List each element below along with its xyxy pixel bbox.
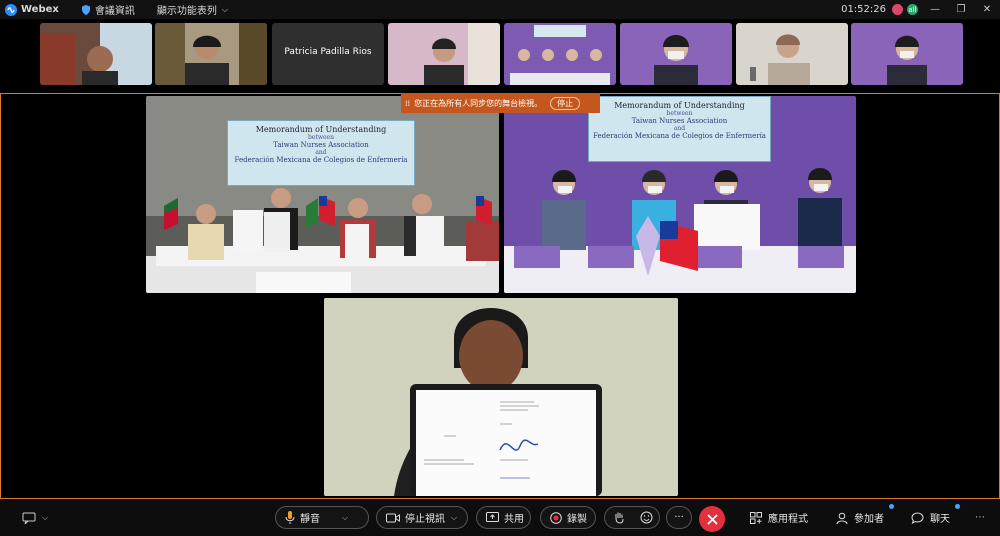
participants-button[interactable]: 參加者 <box>836 506 884 529</box>
drag-handle-icon[interactable]: ⁞⁞ <box>405 99 410 108</box>
meeting-timer: 01:52:26 <box>841 4 886 15</box>
video-camera-icon <box>386 513 400 522</box>
restore-icon[interactable]: ❐ <box>948 4 974 15</box>
chevron-down-icon: ⌵ <box>221 4 228 14</box>
sync-notice-text: 您正在為所有人同步您的舞台檢視。 <box>414 98 543 108</box>
user-avatar[interactable]: all <box>907 4 918 15</box>
share-label: 共用 <box>504 514 524 525</box>
meeting-controls-bar: ⌵ 靜音 ⌵ 停止視訊 ⌵ 共用 錄製 ··· 應用程式 參加者 聊天 ⋯ <box>0 499 1000 536</box>
banner-and: and <box>315 149 327 156</box>
participant-thumbnail[interactable] <box>388 23 500 85</box>
chevron-down-icon: ⌵ <box>42 512 49 522</box>
stop-sync-button[interactable]: 停止 <box>550 96 581 110</box>
captions-icon <box>22 512 36 524</box>
chat-bubble-icon <box>911 511 924 524</box>
meeting-info-button[interactable]: 會議資訊 <box>81 2 135 17</box>
show-menu-label: 顯示功能表列 <box>156 6 217 17</box>
reactions-group <box>604 506 660 529</box>
chevron-down-icon: ⌵ <box>451 512 458 522</box>
participant-name: Patricia Padilla Rios <box>284 47 372 57</box>
more-options-label: ··· <box>674 512 684 523</box>
shield-icon <box>81 4 90 15</box>
microphone-icon <box>285 511 295 524</box>
participant-thumbnail[interactable] <box>851 23 963 85</box>
webex-logo: Webex <box>5 3 59 16</box>
banner-org2: Federación Mexicana de Colegios de Enfer… <box>234 156 408 164</box>
apps-grid-icon <box>750 511 762 524</box>
apps-label: 應用程式 <box>768 514 808 525</box>
recording-indicator-icon[interactable] <box>892 4 903 15</box>
banner-title: Memorandum of Understanding <box>614 101 745 110</box>
stop-video-label: 停止視訊 <box>405 514 445 525</box>
mute-label: 靜音 <box>300 514 320 525</box>
banner-and: and <box>673 125 686 132</box>
overflow-menu-icon[interactable]: ⋯ <box>975 506 985 529</box>
stage-video-tile[interactable] <box>324 298 678 496</box>
participant-thumbnail[interactable] <box>40 23 152 85</box>
chat-button[interactable]: 聊天 <box>911 506 950 529</box>
title-bar: Webex 會議資訊 顯示功能表列 ⌵ 01:52:26 all — ❐ ✕ <box>0 0 1000 19</box>
meeting-info-label: 會議資訊 <box>94 6 135 17</box>
emoji-reaction-icon[interactable] <box>640 511 653 524</box>
mou-banner-right: Memorandum of Understanding between Taiw… <box>588 96 771 162</box>
apps-button[interactable]: 應用程式 <box>750 506 808 529</box>
record-button[interactable]: 錄製 <box>540 506 596 529</box>
close-icon[interactable]: ✕ <box>974 4 1000 15</box>
participants-label: 參加者 <box>854 514 884 525</box>
participants-notification-dot <box>889 504 894 509</box>
participant-thumbnail[interactable] <box>155 23 267 85</box>
close-icon <box>706 513 718 525</box>
badge-b: all <box>908 5 917 14</box>
banner-title: Memorandum of Understanding <box>255 125 387 134</box>
participant-thumbnail[interactable] <box>736 23 848 85</box>
chevron-down-icon: ⌵ <box>342 512 349 522</box>
stop-video-button[interactable]: 停止視訊 ⌵ <box>376 506 468 529</box>
end-meeting-button[interactable] <box>699 506 725 532</box>
participant-thumbnail[interactable] <box>504 23 616 85</box>
more-options-button[interactable]: ··· <box>666 506 692 529</box>
app-brand: Webex <box>21 4 59 15</box>
show-menu-bar-button[interactable]: 顯示功能表列 ⌵ <box>156 2 228 18</box>
webex-logo-icon <box>5 3 17 16</box>
webex-window: Webex 會議資訊 顯示功能表列 ⌵ 01:52:26 all — ❐ ✕ P… <box>0 0 1000 536</box>
banner-org1: Taiwan Nurses Association <box>273 141 369 149</box>
mute-button[interactable]: 靜音 ⌵ <box>275 506 369 529</box>
participant-thumbnail[interactable] <box>620 23 732 85</box>
raise-hand-icon[interactable] <box>614 511 625 524</box>
banner-between: between <box>666 110 693 117</box>
chat-notification-dot <box>955 504 960 509</box>
video-frame <box>324 298 678 496</box>
participants-icon <box>836 512 848 524</box>
minimize-icon[interactable]: — <box>922 4 948 15</box>
banner-org1: Taiwan Nurses Association <box>631 117 728 125</box>
mou-banner-left: Memorandum of Understanding between Taiw… <box>227 120 415 186</box>
banner-org2: Federación Mexicana de Colegios de Enfer… <box>592 132 766 140</box>
share-button[interactable]: 共用 <box>476 506 531 529</box>
chat-label: 聊天 <box>930 514 950 525</box>
record-label: 錄製 <box>567 514 587 525</box>
sync-stage-notice: ⁞⁞ 您正在為所有人同步您的舞台檢視。 停止 <box>401 93 600 113</box>
participant-thumbnail[interactable]: Patricia Padilla Rios <box>272 23 384 85</box>
share-screen-icon <box>486 512 499 522</box>
record-icon <box>550 511 562 524</box>
captions-button[interactable]: ⌵ <box>22 506 48 529</box>
banner-between: between <box>308 134 334 141</box>
